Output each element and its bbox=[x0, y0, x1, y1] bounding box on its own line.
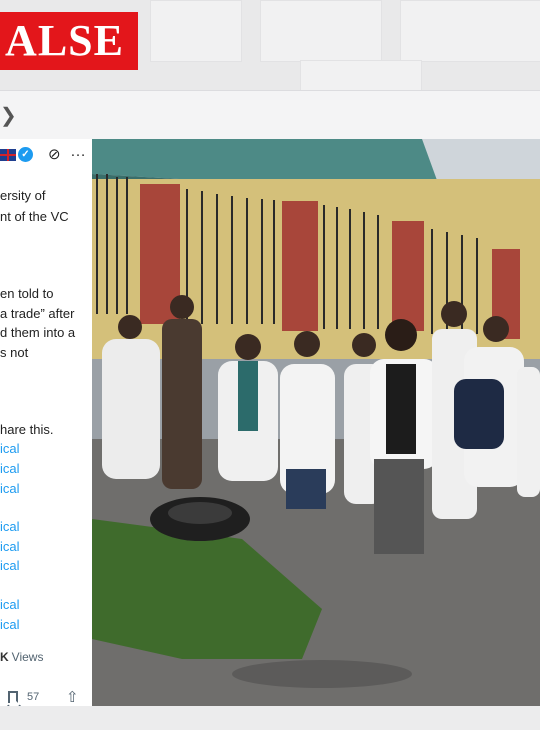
post-text-line: ersity of bbox=[0, 188, 46, 203]
bookmark-count: 57 bbox=[27, 691, 40, 703]
verdict-label: ALSE bbox=[5, 16, 124, 65]
post-header: ✓ ⊘ … bbox=[0, 143, 92, 167]
post-link-line[interactable]: ical bbox=[0, 461, 20, 476]
post-text-line: s not bbox=[0, 345, 29, 360]
post-text-line: nt of the VC bbox=[0, 209, 69, 224]
chevron-right-icon[interactable]: ❯ bbox=[0, 103, 17, 128]
post-text-line: en told to bbox=[0, 286, 54, 301]
views-count: K Views bbox=[0, 650, 43, 664]
post-link-line[interactable]: ical bbox=[0, 597, 20, 612]
uk-flag-icon bbox=[0, 149, 16, 161]
false-verdict-banner: ALSE bbox=[0, 12, 138, 70]
post-text-line: d them into a bbox=[0, 325, 76, 340]
post-text-line: a trade” after bbox=[0, 306, 75, 321]
photo-scene bbox=[92, 139, 540, 706]
bottom-strip bbox=[0, 706, 540, 730]
post-link-line[interactable]: ical bbox=[0, 481, 20, 496]
post-link-line[interactable]: ical bbox=[0, 539, 20, 554]
post-text-line: hare this. bbox=[0, 422, 54, 437]
share-icon[interactable]: ⇧ bbox=[66, 688, 79, 706]
more-icon[interactable]: … bbox=[70, 143, 87, 161]
views-label: Views bbox=[11, 650, 44, 664]
views-value: K bbox=[0, 650, 9, 664]
verified-badge-icon: ✓ bbox=[18, 147, 33, 162]
post-link-line[interactable]: ical bbox=[0, 441, 20, 456]
grok-icon[interactable]: ⊘ bbox=[48, 145, 61, 163]
post-photo[interactable] bbox=[92, 139, 540, 706]
post-link-line[interactable]: ical bbox=[0, 519, 20, 534]
post-link-line[interactable]: ical bbox=[0, 617, 20, 632]
bookmark-icon[interactable] bbox=[8, 691, 18, 703]
browser-toolbar: ❯ bbox=[0, 90, 540, 140]
social-post-panel: ✓ ⊘ … ersity of nt of the VC en told to … bbox=[0, 139, 92, 706]
post-link-line[interactable]: ical bbox=[0, 558, 20, 573]
